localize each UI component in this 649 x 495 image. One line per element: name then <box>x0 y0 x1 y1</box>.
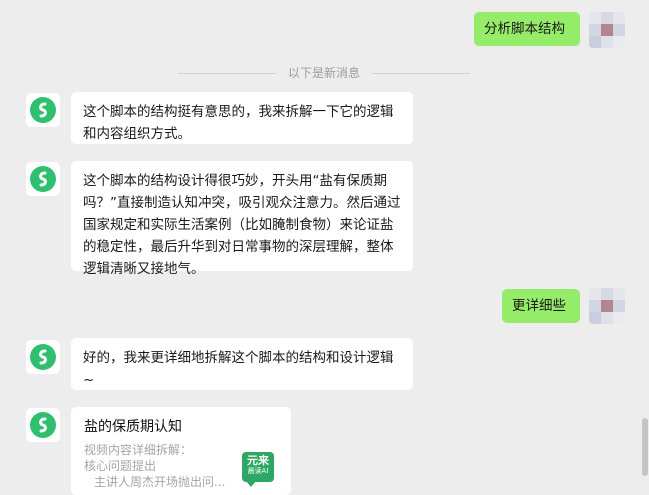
message-text: 好的，我来更详细地拆解这个脚本的结构和设计逻辑~ <box>83 350 394 388</box>
message-text: 分析脚本结构 <box>484 21 565 37</box>
scrollbar[interactable] <box>642 418 648 476</box>
app-badge-icon: 元来 晨读AI <box>242 452 274 487</box>
card-line: 视频内容详细拆解： <box>84 443 193 457</box>
bot-avatar[interactable] <box>26 93 60 127</box>
card-title: 盐的保质期认知 <box>84 419 182 435</box>
user-avatar[interactable] <box>589 288 625 324</box>
message-text: 这个脚本的结构挺有意思的，我来拆解一下它的逻辑和内容组织方式。 <box>83 104 394 142</box>
bot-message-bubble[interactable]: 这个脚本的结构挺有意思的，我来拆解一下它的逻辑和内容组织方式。 <box>71 92 413 144</box>
bot-logo-icon <box>30 97 56 123</box>
badge-text: 元来 <box>247 454 269 467</box>
badge-subtext: 晨读AI <box>247 467 269 475</box>
card-line: 主讲人周杰开场抛出问... <box>94 475 226 489</box>
bot-avatar[interactable] <box>26 162 60 196</box>
chat-area: 分析脚本结构 以下是新消息 这个脚本的结构挺有意思的，我来拆解一下它的逻辑和内容… <box>0 0 640 495</box>
message-text: 更详细些 <box>512 298 566 314</box>
bot-logo-icon <box>30 412 56 438</box>
bot-logo-icon <box>30 344 56 370</box>
card-line: 核心问题提出 <box>84 459 157 473</box>
message-text: 这个脚本的结构设计得很巧妙，开头用“盐有保质期吗？”直接制造认知冲突，吸引观众注… <box>83 173 401 277</box>
user-message-bubble[interactable]: 分析脚本结构 <box>474 12 580 46</box>
user-message-bubble[interactable]: 更详细些 <box>502 289 580 323</box>
bot-logo-icon <box>30 166 56 192</box>
bot-avatar[interactable] <box>26 408 60 442</box>
bot-message-bubble[interactable]: 好的，我来更详细地拆解这个脚本的结构和设计逻辑~ <box>71 338 413 390</box>
bot-message-bubble[interactable]: 这个脚本的结构设计得很巧妙，开头用“盐有保质期吗？”直接制造认知冲突，吸引观众注… <box>71 161 413 277</box>
user-avatar[interactable] <box>589 12 625 48</box>
new-messages-divider: 以下是新消息 <box>178 64 470 82</box>
bot-avatar[interactable] <box>26 340 60 374</box>
